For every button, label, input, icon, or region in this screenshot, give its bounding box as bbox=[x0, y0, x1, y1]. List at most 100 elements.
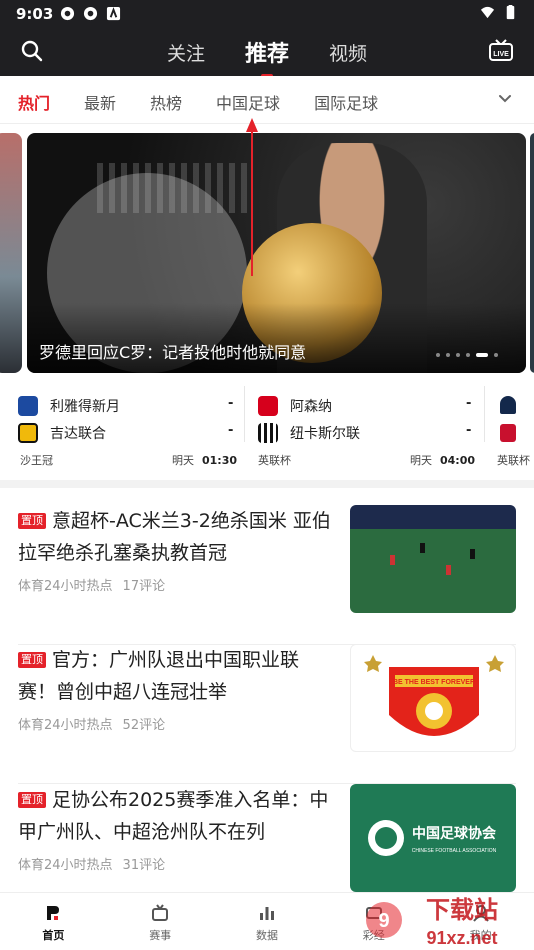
match-league: 沙王冠 bbox=[20, 454, 53, 467]
status-time: 9:03 bbox=[16, 5, 54, 23]
top-tabs: 关注 推荐 视频 bbox=[0, 28, 534, 78]
player-dot bbox=[420, 543, 425, 553]
news-comments: 17评论 bbox=[122, 579, 166, 594]
news-thumbnail[interactable]: 中国足球协会 CHINESE FOOTBALL ASSOCIATION bbox=[350, 784, 516, 892]
status-right bbox=[480, 5, 518, 20]
match-time: 明天 01:30 bbox=[172, 452, 237, 468]
section-gap bbox=[0, 480, 534, 488]
divider bbox=[484, 386, 485, 442]
home-team-name: 利雅得新月 bbox=[50, 399, 120, 415]
category-rank[interactable]: 热榜 bbox=[150, 90, 182, 114]
carousel-dot-active bbox=[476, 353, 488, 357]
wifi-icon bbox=[480, 6, 495, 19]
away-score: - bbox=[466, 423, 472, 438]
cfa-name-en: CHINESE FOOTBALL ASSOCIATION bbox=[412, 848, 497, 854]
svg-text:9: 9 bbox=[378, 910, 389, 932]
match-league: 英联杯 bbox=[258, 454, 291, 467]
category-latest[interactable]: 最新 bbox=[84, 90, 116, 114]
live-tv-icon[interactable]: LIVE bbox=[488, 38, 514, 64]
news-meta: 体育24小时热点 31评论 bbox=[18, 854, 165, 873]
crest-motto: BE THE BEST FOREVER bbox=[393, 679, 475, 686]
tab-recommend[interactable]: 推荐 bbox=[245, 36, 289, 78]
match-time: 明天 04:00 bbox=[410, 452, 475, 468]
bottom-tab-data[interactable]: 数据 bbox=[214, 893, 321, 950]
bottom-tab-label: 首页 bbox=[42, 929, 65, 942]
club-logo bbox=[258, 396, 278, 416]
away-team: 纽卡斯尔联 bbox=[258, 421, 360, 445]
divider bbox=[244, 386, 245, 442]
match-strip[interactable]: 利雅得新月 - 吉达联合 - 沙王冠 明天 01:30 阿森纳 - 纽卡斯尔联 -… bbox=[0, 386, 534, 478]
away-team-name: 吉达联合 bbox=[50, 426, 106, 442]
banner-carousel[interactable]: 罗德里回应C罗：记者投他时他就同意 bbox=[0, 133, 534, 373]
club-logo bbox=[18, 396, 38, 416]
home-score: - bbox=[466, 396, 472, 411]
status-bar: 9:03 bbox=[0, 0, 534, 28]
bottom-tab-home[interactable]: 首页 bbox=[0, 893, 107, 950]
player-dot bbox=[390, 555, 395, 565]
carousel-caption: 罗德里回应C罗：记者投他时他就同意 bbox=[39, 343, 307, 362]
cfa-name: 中国足球协会 bbox=[412, 825, 497, 842]
match-day: 明天 bbox=[172, 454, 194, 467]
match-league: 英联杯 bbox=[497, 454, 530, 467]
category-china-football[interactable]: 中国足球 bbox=[216, 90, 280, 114]
carousel-current-slide[interactable]: 罗德里回应C罗：记者投他时他就同意 bbox=[27, 133, 526, 373]
news-thumbnail[interactable]: BE THE BEST FOREVER bbox=[350, 644, 516, 752]
carousel-dot bbox=[466, 353, 470, 357]
news-item[interactable]: 置顶 意超杯-AC米兰3-2绝杀国米 亚伯拉罕绝杀孔塞桑执教首冠 体育24小时热点… bbox=[0, 505, 534, 645]
news-item[interactable]: 置顶 官方：广州队退出中国职业联赛！曾创中超八连冠壮举 体育24小时热点 52评论 … bbox=[0, 644, 534, 784]
player-dot bbox=[470, 549, 475, 559]
news-source: 体育24小时热点 bbox=[18, 718, 113, 733]
home-team-name: 阿森纳 bbox=[290, 399, 332, 415]
match-clock: 01:30 bbox=[202, 454, 238, 467]
news-title[interactable]: 置顶 足协公布2025赛季准入名单：中甲广州队、中超沧州队不在列 bbox=[18, 784, 336, 848]
app-icon bbox=[106, 6, 121, 21]
tv-icon bbox=[152, 904, 169, 921]
top-nav: 关注 推荐 视频 LIVE bbox=[0, 28, 534, 78]
match-card[interactable]: 阿森纳 - 纽卡斯尔联 - 英联杯 明天 04:00 bbox=[258, 386, 480, 470]
club-logo bbox=[500, 396, 516, 414]
tab-follow[interactable]: 关注 bbox=[167, 39, 205, 66]
carousel-next-slide[interactable] bbox=[530, 133, 534, 373]
battery-icon bbox=[506, 5, 515, 20]
club-crest-icon: BE THE BEST FOREVER bbox=[364, 655, 504, 736]
category-intl-football[interactable]: 国际足球 bbox=[314, 90, 378, 114]
live-icon-text: LIVE bbox=[493, 51, 509, 58]
news-meta: 体育24小时热点 17评论 bbox=[18, 575, 165, 594]
match-card[interactable]: 英联杯 bbox=[496, 386, 534, 470]
notification-icon bbox=[83, 6, 98, 21]
player-dot bbox=[446, 565, 451, 575]
chevron-down-icon[interactable] bbox=[498, 92, 512, 106]
bottom-tab-matches[interactable]: 赛事 bbox=[107, 893, 214, 950]
carousel-dots bbox=[436, 353, 498, 357]
news-source: 体育24小时热点 bbox=[18, 858, 113, 873]
status-icons bbox=[60, 6, 121, 21]
club-logo bbox=[258, 423, 278, 443]
news-comments: 52评论 bbox=[122, 718, 166, 733]
news-title[interactable]: 置顶 官方：广州队退出中国职业联赛！曾创中超八连冠壮举 bbox=[18, 644, 336, 708]
category-hot[interactable]: 热门 bbox=[18, 90, 50, 114]
match-clock: 04:00 bbox=[440, 454, 476, 467]
home-team: 阿森纳 bbox=[258, 394, 332, 418]
carousel-dot bbox=[436, 353, 440, 357]
pinned-badge: 置顶 bbox=[18, 652, 46, 668]
news-title-text: 足协公布2025赛季准入名单：中甲广州队、中超沧州队不在列 bbox=[18, 789, 329, 843]
news-meta: 体育24小时热点 52评论 bbox=[18, 714, 165, 733]
club-logo bbox=[18, 423, 38, 443]
news-title[interactable]: 置顶 意超杯-AC米兰3-2绝杀国米 亚伯拉罕绝杀孔塞桑执教首冠 bbox=[18, 505, 336, 569]
carousel-dot bbox=[446, 353, 450, 357]
home-score: - bbox=[228, 396, 234, 411]
news-title-text: 官方：广州队退出中国职业联赛！曾创中超八连冠壮举 bbox=[18, 649, 300, 703]
watermark-small-text: 91xz.net bbox=[426, 928, 497, 948]
match-card[interactable]: 利雅得新月 - 吉达联合 - 沙王冠 明天 01:30 bbox=[18, 386, 240, 470]
tab-video[interactable]: 视频 bbox=[329, 39, 367, 66]
home-team: 利雅得新月 bbox=[18, 394, 120, 418]
carousel-dot bbox=[494, 353, 498, 357]
pinned-badge: 置顶 bbox=[18, 513, 46, 529]
news-comments: 31评论 bbox=[122, 858, 166, 873]
news-thumbnail[interactable] bbox=[350, 505, 516, 613]
away-score: - bbox=[228, 423, 234, 438]
carousel-prev-slide[interactable] bbox=[0, 133, 22, 373]
cfa-logo-icon: 中国足球协会 CHINESE FOOTBALL ASSOCIATION bbox=[368, 820, 497, 856]
bottom-tab-label: 赛事 bbox=[149, 929, 172, 942]
away-team-name: 纽卡斯尔联 bbox=[290, 426, 360, 442]
